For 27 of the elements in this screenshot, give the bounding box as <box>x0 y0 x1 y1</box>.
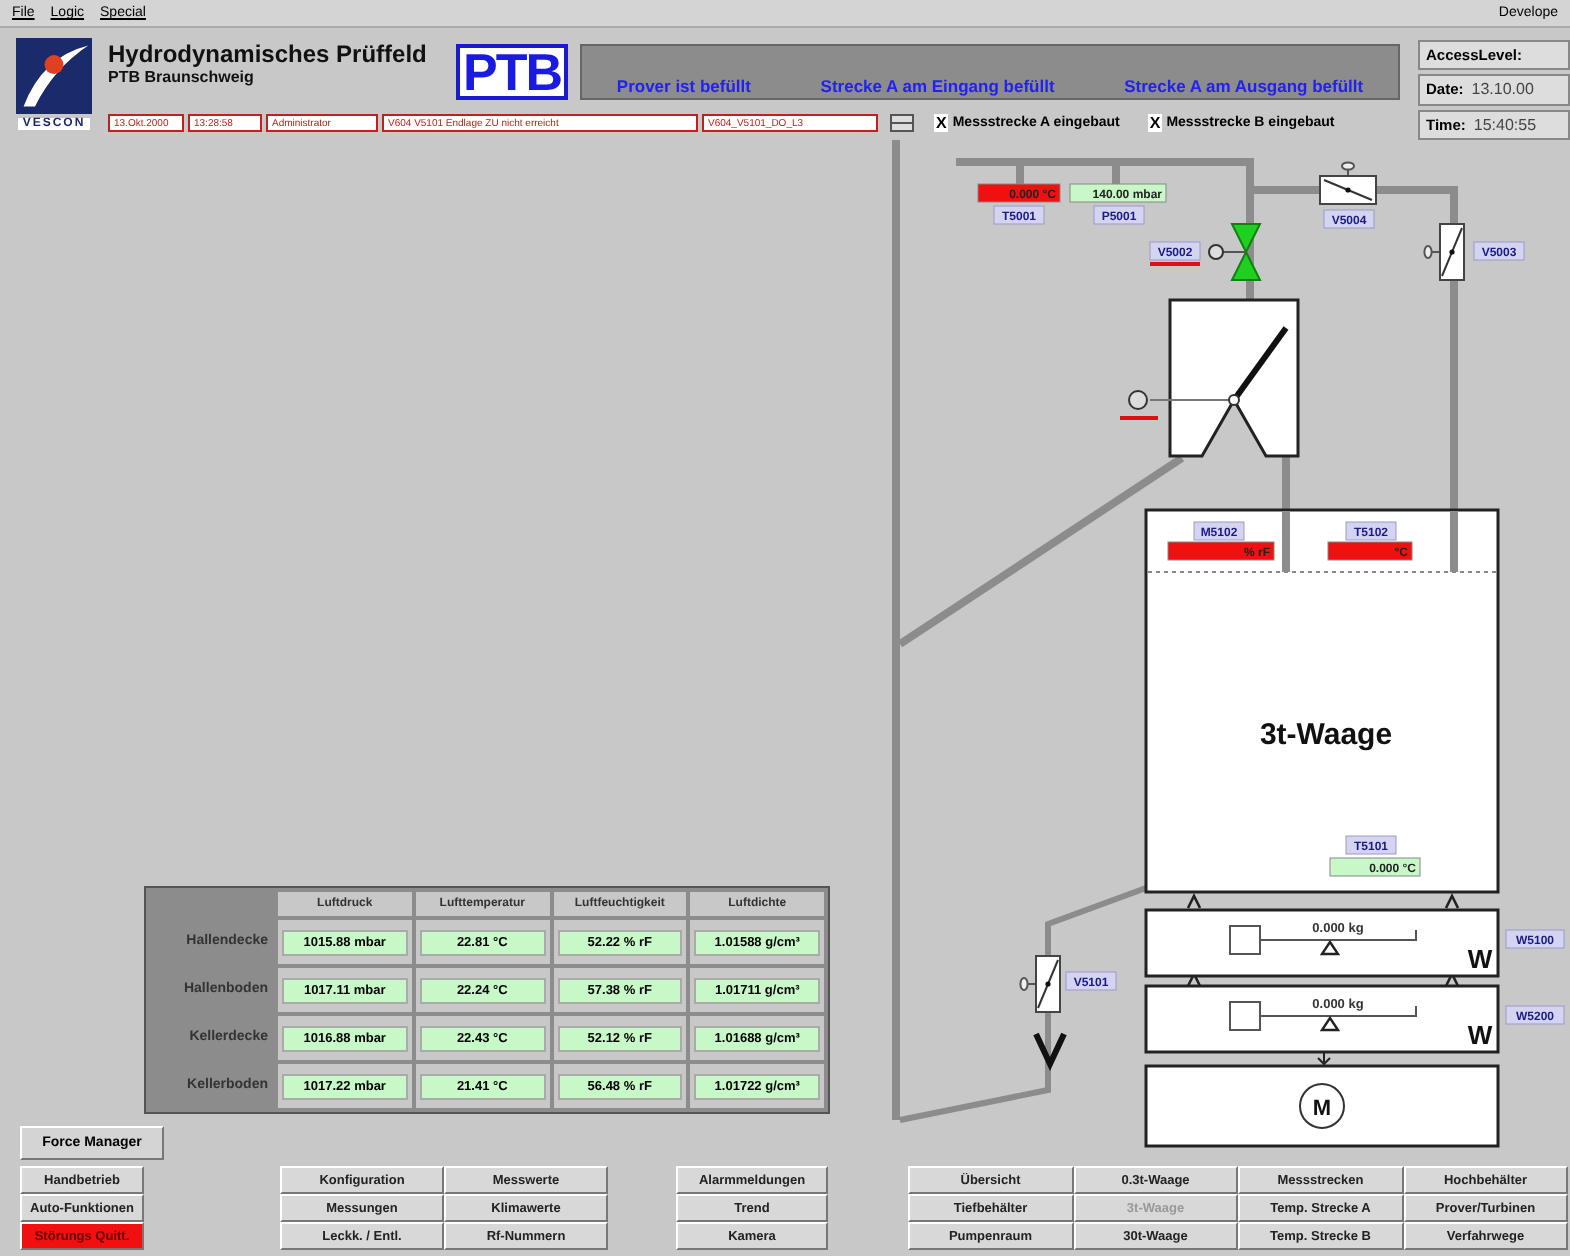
status-message: Strecke A am Eingang befüllt <box>820 76 1055 96</box>
app-subtitle: PTB Braunschweig <box>108 68 256 86</box>
balance-icon <box>1229 925 1417 956</box>
status-message: Strecke A am Ausgang befüllt <box>1124 76 1364 96</box>
valve-icon[interactable] <box>1208 223 1262 281</box>
swoosh-logo-icon <box>16 36 92 116</box>
weight-symbol: W <box>1467 1020 1493 1050</box>
info-value: 13.10.00 <box>1471 80 1534 99</box>
balance-icon <box>1229 1001 1417 1032</box>
support-icon <box>1186 893 1460 988</box>
institute-logo: PTB <box>456 44 568 100</box>
info-value: 15:40:55 <box>1473 115 1537 134</box>
valve-icon[interactable] <box>1423 223 1465 281</box>
app-title: Hydrodynamisches Prüffeld <box>108 40 429 68</box>
weight-symbol: W <box>1467 944 1493 974</box>
motor-circle <box>1299 1083 1345 1129</box>
funnel-icon <box>1033 1032 1067 1072</box>
valve-icon[interactable] <box>1019 955 1061 1013</box>
arrow-icon <box>1317 1051 1331 1066</box>
tank-title: 3t-Waage <box>1259 718 1393 752</box>
check-mark[interactable]: X <box>1147 113 1163 131</box>
motor-icon <box>1120 390 1158 420</box>
motor-symbol: M <box>1312 1097 1332 1121</box>
panel-icon[interactable] <box>890 113 914 131</box>
status-message: Prover ist befüllt <box>616 76 751 96</box>
check-mark[interactable]: X <box>934 113 949 131</box>
valve-icon[interactable] <box>1319 161 1377 205</box>
